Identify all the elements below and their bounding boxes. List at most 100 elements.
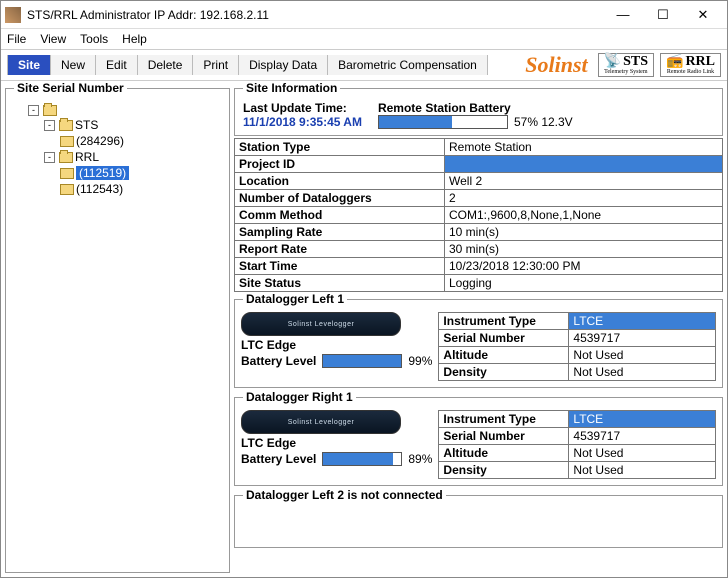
table-row: LocationWell 2 xyxy=(235,173,723,190)
property-value xyxy=(445,156,723,173)
site-tree[interactable]: - - STS xyxy=(10,99,225,202)
tree-node-sts[interactable]: - STS xyxy=(44,118,223,132)
property-value: LTCE xyxy=(569,411,716,428)
property-value: Not Used xyxy=(569,364,716,381)
property-value: Not Used xyxy=(569,445,716,462)
datalogger-left-2-group: Datalogger Left 2 is not connected xyxy=(234,488,723,548)
menu-help[interactable]: Help xyxy=(122,32,147,46)
dl1-properties-table: Instrument TypeLTCESerial Number4539717A… xyxy=(438,312,716,381)
property-value: COM1:,9600,8,None,1,None xyxy=(445,207,723,224)
expand-icon[interactable]: - xyxy=(28,105,39,116)
property-key: Instrument Type xyxy=(439,411,569,428)
property-value: LTCE xyxy=(569,313,716,330)
table-row: Instrument TypeLTCE xyxy=(439,411,716,428)
property-key: Sampling Rate xyxy=(235,224,445,241)
property-value: Not Used xyxy=(569,347,716,364)
folder-icon xyxy=(59,152,73,163)
dl3-legend: Datalogger Left 2 is not connected xyxy=(243,488,446,502)
property-key: Number of Dataloggers xyxy=(235,190,445,207)
dl1-battery-label: Battery Level xyxy=(241,354,316,368)
menubar: File View Tools Help xyxy=(1,29,727,49)
property-key: Altitude xyxy=(439,347,569,364)
antenna-icon: 📡 xyxy=(604,55,621,69)
folder-icon xyxy=(43,105,57,116)
delete-button[interactable]: Delete xyxy=(138,55,194,75)
property-key: Comm Method xyxy=(235,207,445,224)
datalogger-right-1-group: Datalogger Right 1 Solinst Levelogger LT… xyxy=(234,390,723,486)
tree-leaf-284296[interactable]: (284296) xyxy=(60,134,223,148)
close-button[interactable]: ✕ xyxy=(683,2,723,28)
new-button[interactable]: New xyxy=(51,55,96,75)
property-value: Well 2 xyxy=(445,173,723,190)
property-value: 2 xyxy=(445,190,723,207)
station-battery-text: 57% 12.3V xyxy=(514,115,573,129)
menu-file[interactable]: File xyxy=(7,32,26,46)
device-image: Solinst Levelogger xyxy=(241,312,401,336)
window-title: STS/RRL Administrator IP Addr: 192.168.2… xyxy=(27,8,603,22)
property-key: Serial Number xyxy=(439,330,569,347)
site-information-group: Site Information Last Update Time: 11/1/… xyxy=(234,81,723,136)
station-battery-label: Remote Station Battery xyxy=(378,101,573,115)
table-row: Serial Number4539717 xyxy=(439,330,716,347)
table-row: AltitudeNot Used xyxy=(439,347,716,364)
titlebar: STS/RRL Administrator IP Addr: 192.168.2… xyxy=(1,1,727,29)
table-row: Project ID xyxy=(235,156,723,173)
property-value: 4539717 xyxy=(569,330,716,347)
last-update-value: 11/1/2018 9:35:45 AM xyxy=(243,115,362,129)
tree-node-rrl[interactable]: - RRL xyxy=(44,150,223,164)
dl1-legend: Datalogger Left 1 xyxy=(243,292,347,306)
solinst-logo: Solinst xyxy=(521,52,591,78)
property-value: 30 min(s) xyxy=(445,241,723,258)
app-icon xyxy=(5,7,21,23)
menu-view[interactable]: View xyxy=(40,32,66,46)
table-row: DensityNot Used xyxy=(439,462,716,479)
dl1-battery-bar xyxy=(322,354,402,368)
table-row: AltitudeNot Used xyxy=(439,445,716,462)
display-data-button[interactable]: Display Data xyxy=(239,55,328,75)
site-serial-group: Site Serial Number - - xyxy=(5,81,230,573)
minimize-button[interactable]: — xyxy=(603,2,643,28)
expand-icon[interactable]: - xyxy=(44,152,55,163)
sts-logo: 📡STS Telemetry System xyxy=(598,53,654,77)
site-button[interactable]: Site xyxy=(7,55,51,75)
maximize-button[interactable]: ☐ xyxy=(643,2,683,28)
folder-icon xyxy=(59,120,73,131)
property-key: Location xyxy=(235,173,445,190)
property-key: Density xyxy=(439,364,569,381)
barometric-button[interactable]: Barometric Compensation xyxy=(328,55,488,75)
table-row: Serial Number4539717 xyxy=(439,428,716,445)
print-button[interactable]: Print xyxy=(193,55,239,75)
edit-button[interactable]: Edit xyxy=(96,55,138,75)
rrl-logo: 📻RRL Remote Radio Link xyxy=(660,53,721,77)
property-key: Report Rate xyxy=(235,241,445,258)
expand-icon[interactable]: - xyxy=(44,120,55,131)
tree-root[interactable]: - xyxy=(28,105,223,116)
property-key: Station Type xyxy=(235,139,445,156)
tree-leaf-112519[interactable]: (112519) xyxy=(60,166,223,180)
menu-tools[interactable]: Tools xyxy=(80,32,108,46)
table-row: Sampling Rate10 min(s) xyxy=(235,224,723,241)
dl1-model: LTC Edge xyxy=(241,338,432,352)
property-key: Project ID xyxy=(235,156,445,173)
property-key: Serial Number xyxy=(439,428,569,445)
tree-leaf-112543[interactable]: (112543) xyxy=(60,182,223,196)
dl2-model: LTC Edge xyxy=(241,436,432,450)
property-value: 10/23/2018 12:30:00 PM xyxy=(445,258,723,275)
site-info-legend: Site Information xyxy=(243,81,340,95)
table-row: Instrument TypeLTCE xyxy=(439,313,716,330)
last-update-label: Last Update Time: xyxy=(243,101,362,115)
device-image: Solinst Levelogger xyxy=(241,410,401,434)
station-properties-table: Station TypeRemote StationProject IDLoca… xyxy=(234,138,723,292)
property-value: 4539717 xyxy=(569,428,716,445)
dl2-battery-text: 89% xyxy=(408,452,432,466)
table-row: Start Time10/23/2018 12:30:00 PM xyxy=(235,258,723,275)
table-row: Site StatusLogging xyxy=(235,275,723,292)
property-value: Logging xyxy=(445,275,723,292)
property-value: Not Used xyxy=(569,462,716,479)
datalogger-left-1-group: Datalogger Left 1 Solinst Levelogger LTC… xyxy=(234,292,723,388)
radio-icon: 📻 xyxy=(666,55,683,69)
dl2-battery-bar xyxy=(322,452,402,466)
table-row: Station TypeRemote Station xyxy=(235,139,723,156)
property-value: 10 min(s) xyxy=(445,224,723,241)
table-row: Comm MethodCOM1:,9600,8,None,1,None xyxy=(235,207,723,224)
